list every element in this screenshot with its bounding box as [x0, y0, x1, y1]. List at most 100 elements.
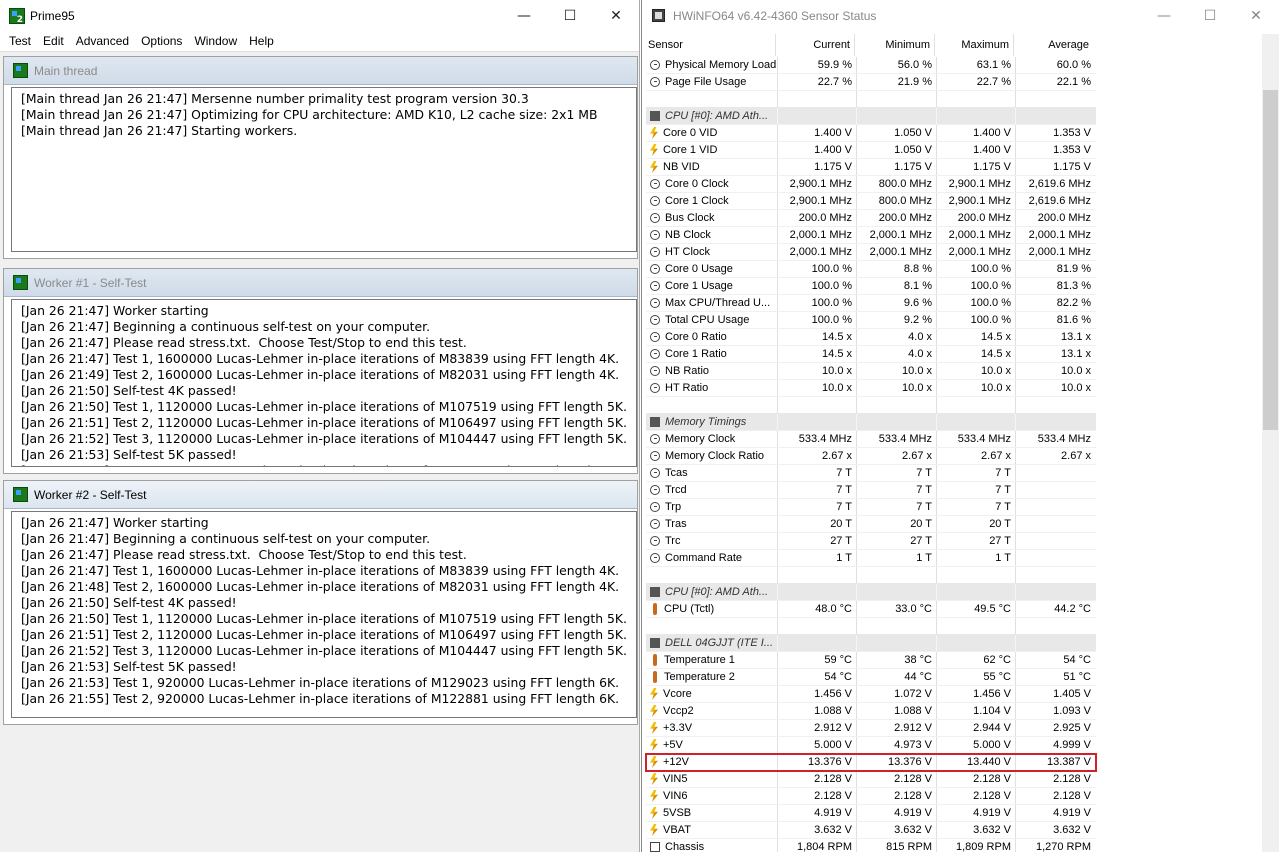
column-header-minimum[interactable]: Minimum	[854, 34, 934, 56]
sensor-row[interactable]: Page File Usage 22.7 % 21.9 % 22.7 % 22.1 %	[646, 74, 1096, 91]
close-button[interactable]: ✕	[593, 0, 639, 31]
clock-icon	[650, 383, 660, 393]
maximize-button[interactable]: ☐	[547, 0, 593, 31]
sensor-row[interactable]: Total CPU Usage 100.0 % 9.2 % 100.0 % 81.6 %	[646, 312, 1096, 329]
sensor-row[interactable]: Core 0 Ratio 14.5 x 4.0 x 14.5 x 13.1 x	[646, 329, 1096, 346]
sensor-row[interactable]: Trp 7 T7 T7 T	[646, 499, 1096, 516]
sensor-row[interactable]: Tras 20 T 20 T 20 T	[646, 516, 1096, 533]
worker1-titlebar[interactable]: Worker #1 - Self-Test	[4, 269, 637, 297]
sensor-row[interactable]: Core 1 VID 1.400 V 1.050 V 1.400 V 1.353 V	[646, 142, 1096, 159]
sensor-row[interactable]: Chassis 1,804 RPM 815 RPM 1,809 RPM 1,270 RP…	[646, 839, 1096, 852]
column-header-average[interactable]: Average	[1013, 34, 1093, 56]
sensor-row[interactable]: Temperature 2 54 °C 44 °C 55 °C 51 °C	[646, 669, 1096, 686]
sensor-name: Core 1 Usage	[665, 280, 733, 292]
minimum-value	[856, 635, 936, 651]
maximize-button[interactable]: ☐	[1187, 0, 1233, 31]
menu-options[interactable]: Options	[135, 34, 188, 48]
sensor-row[interactable]: NB Clock 2,000.1 MHz 2,000.1 MHz 2,000.1 MH…	[646, 227, 1096, 244]
column-header-sensor[interactable]: Sensor	[644, 34, 775, 56]
current-value: 1.400 V	[777, 142, 856, 158]
menu-help[interactable]: Help	[243, 34, 280, 48]
maximum-value: 2,900.1 MHz	[936, 176, 1015, 192]
sensor-name: NB VID	[663, 161, 700, 173]
current-value: 20 T	[777, 516, 856, 532]
column-header-current[interactable]: Current	[775, 34, 854, 56]
sensor-name: Chassis	[665, 841, 705, 852]
sensor-name: Temperature 1	[664, 654, 735, 666]
sensor-row[interactable]: HT Ratio 10.0 x 10.0 x 10.0 x 10.0 x	[646, 380, 1096, 397]
sensor-name: Bus Clock	[665, 212, 715, 224]
sensor-row[interactable]: +5V 5.000 V 4.973 V 5.000 V 4.999 V	[646, 737, 1096, 754]
sensor-row[interactable]: Core 1 Ratio 14.5 x 4.0 x 14.5 x 13.1 x	[646, 346, 1096, 363]
bolt-icon	[650, 824, 658, 836]
sensor-row[interactable]: HT Clock 2,000.1 MHz 2,000.1 MHz 2,000.1 MH…	[646, 244, 1096, 261]
sensor-row[interactable]: Tcas 7 T7 T7 T	[646, 465, 1096, 482]
sensor-row[interactable]: +3.3V 2.912 V 2.912 V 2.944 V 2.925 V	[646, 720, 1096, 737]
clock-icon	[650, 451, 660, 461]
average-value: 1,270 RPM	[1015, 839, 1095, 852]
sensor-row[interactable]: Vcore 1.456 V 1.072 V 1.456 V 1.405 V	[646, 686, 1096, 703]
minimize-button[interactable]: —	[501, 0, 547, 31]
sensor-row[interactable]: Physical Memory Load 59.9 % 56.0 % 63.1 % 60…	[646, 57, 1096, 74]
sensor-group-row[interactable]: Memory Timings	[646, 414, 1096, 431]
scrollbar-thumb[interactable]	[1263, 90, 1278, 430]
sensor-row[interactable]: +12V 13.376 V 13.376 V 13.440 V 13.387 V	[645, 753, 1097, 772]
prime95-window: Prime95 — ☐ ✕ Test Edit Advanced Options…	[0, 0, 640, 852]
sensor-row[interactable]: Vccp2 1.088 V 1.088 V 1.104 V 1.093 V	[646, 703, 1096, 720]
sensor-row[interactable]: Core 1 Usage 100.0 % 8.1 % 100.0 % 81.3 %	[646, 278, 1096, 295]
menu-window[interactable]: Window	[188, 34, 243, 48]
log-line: [Jan 26 21:47] Worker starting	[21, 515, 209, 530]
worker2-log[interactable]: [Jan 26 21:47] Worker starting [Jan 26 21…	[11, 511, 637, 718]
sensor-name: Core 0 VID	[663, 127, 718, 139]
prime95-titlebar[interactable]: Prime95 — ☐ ✕	[0, 0, 639, 31]
sensor-row[interactable]: VIN6 2.128 V 2.128 V 2.128 V 2.128 V	[646, 788, 1096, 805]
menu-edit[interactable]: Edit	[37, 34, 70, 48]
sensor-row[interactable]: NB Ratio 10.0 x 10.0 x 10.0 x 10.0 x	[646, 363, 1096, 380]
sensor-name: Vccp2	[663, 705, 694, 717]
close-button[interactable]: ✕	[1233, 0, 1279, 31]
sensor-row[interactable]: Trc 27 T 27 T 27 T	[646, 533, 1096, 550]
clock-icon	[650, 60, 660, 70]
average-value	[1015, 567, 1095, 583]
main-thread-window[interactable]: Main thread [Main thread Jan 26 21:47] M…	[3, 56, 638, 259]
menu-test[interactable]: Test	[3, 34, 37, 48]
sensor-row[interactable]: VBAT 3.632 V 3.632 V 3.632 V 3.632 V	[646, 822, 1096, 839]
sensor-row[interactable]: Max CPU/Thread U... 100.0 % 9.6 % 100.0 % 82…	[646, 295, 1096, 312]
sensor-name: NB Ratio	[665, 365, 710, 377]
maximum-value: 533.4 MHz	[936, 431, 1015, 447]
sensor-row[interactable]: Bus Clock 200.0 MHz 200.0 MHz 200.0 MHz 200.…	[646, 210, 1096, 227]
column-header-maximum[interactable]: Maximum	[934, 34, 1013, 56]
sensor-name-cell: VIN5	[646, 771, 777, 787]
minimize-button[interactable]: —	[1141, 0, 1187, 31]
sensor-group-row[interactable]: CPU [#0]: AMD Ath...	[646, 584, 1096, 601]
sensor-row[interactable]: VIN5 2.128 V 2.128 V 2.128 V 2.128 V	[646, 771, 1096, 788]
menu-advanced[interactable]: Advanced	[70, 34, 135, 48]
sensor-group-row[interactable]: DELL 04GJJT (ITE I...	[646, 635, 1096, 652]
sensor-row[interactable]: 5VSB 4.919 V 4.919 V 4.919 V 4.919 V	[646, 805, 1096, 822]
worker1-window[interactable]: Worker #1 - Self-Test [Jan 26 21:47] Wor…	[3, 268, 638, 474]
sensor-row[interactable]: Memory Clock 533.4 MHz 533.4 MHz 533.4 MHz 5…	[646, 431, 1096, 448]
sensor-row[interactable]: Trcd 7 T7 T7 T	[646, 482, 1096, 499]
worker2-window[interactable]: Worker #2 - Self-Test [Jan 26 21:47] Wor…	[3, 480, 638, 725]
sensor-row[interactable]: Core 0 Clock 2,900.1 MHz 800.0 MHz 2,900.1 …	[646, 176, 1096, 193]
main-thread-log[interactable]: [Main thread Jan 26 21:47] Mersenne numb…	[11, 87, 637, 252]
sensor-row[interactable]: Core 0 VID 1.400 V 1.050 V 1.400 V 1.353 V	[646, 125, 1096, 142]
sensor-row[interactable]: Temperature 1 59 °C 38 °C 62 °C 54 °C	[646, 652, 1096, 669]
worker2-titlebar[interactable]: Worker #2 - Self-Test	[4, 481, 637, 509]
main-thread-titlebar[interactable]: Main thread	[4, 57, 637, 85]
current-value	[777, 397, 856, 413]
average-value: 3.632 V	[1015, 822, 1095, 838]
sensor-name: Page File Usage	[665, 76, 747, 88]
sensor-row[interactable]: Command Rate 1 T1 T1 T	[646, 550, 1096, 567]
sensor-group-row[interactable]: CPU [#0]: AMD Ath...	[646, 108, 1096, 125]
worker1-log[interactable]: [Jan 26 21:47] Worker starting [Jan 26 21…	[11, 299, 637, 467]
sensor-row[interactable]: Memory Clock Ratio 2.67 x 2.67 x 2.67 x 2.67…	[646, 448, 1096, 465]
sensor-name: 5VSB	[663, 807, 692, 819]
sensor-row[interactable]: Core 0 Usage 100.0 % 8.8 % 100.0 % 81.9 %	[646, 261, 1096, 278]
maximum-value: 1 T	[936, 550, 1015, 566]
bolt-icon	[650, 722, 658, 734]
sensor-row[interactable]: NB VID 1.175 V 1.175 V 1.175 V 1.175 V	[646, 159, 1096, 176]
sensor-row[interactable]: CPU (Tctl) 48.0 °C 33.0 °C 49.5 °C 44.2 °C	[646, 601, 1096, 618]
sensor-row[interactable]: Core 1 Clock 2,900.1 MHz 800.0 MHz 2,900.1 …	[646, 193, 1096, 210]
hwinfo-titlebar[interactable]: HWiNFO64 v6.42-4360 Sensor Status — ☐ ✕	[642, 0, 1279, 31]
